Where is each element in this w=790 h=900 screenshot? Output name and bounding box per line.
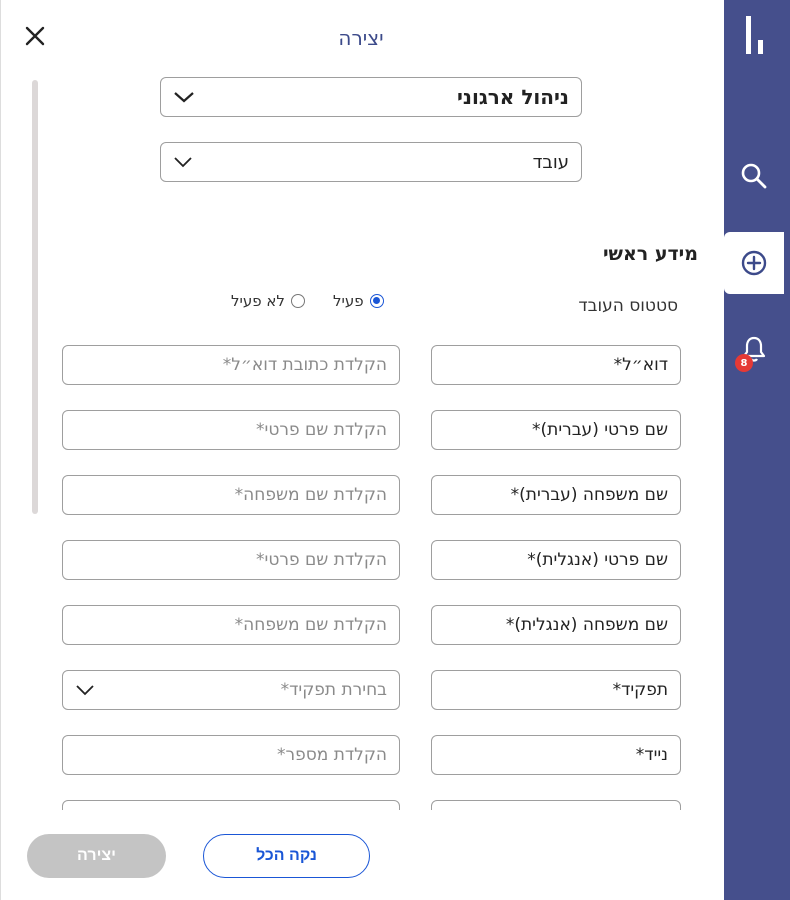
mobile-label-field: נייד* [431, 735, 681, 775]
status-active-radio[interactable]: פעיל [333, 292, 384, 310]
scrollbar[interactable] [32, 80, 38, 514]
status-inactive-radio[interactable]: לא פעיל [231, 292, 305, 310]
section-title: מידע ראשי [602, 243, 698, 265]
radio-unchecked-icon [290, 294, 305, 308]
first-name-he-input[interactable]: הקלדת שם פרטי* [62, 410, 400, 450]
create-button[interactable]: יצירה [27, 834, 166, 878]
field-placeholder: הקלדת שם פרטי* [256, 550, 387, 570]
status-active-label: פעיל [332, 292, 364, 310]
field-placeholder: הקלדת שם משפחה* [234, 615, 387, 635]
entity-select[interactable]: עובד [160, 142, 582, 182]
chevron-down-icon [76, 685, 94, 696]
page-title: יצירה [338, 26, 384, 50]
field-placeholder: הקלדת מספר* [277, 745, 387, 765]
module-select[interactable]: ניהול ארגוני [160, 77, 582, 117]
field-placeholder: הקלדת שם פרטי* [256, 420, 387, 440]
role-label-field: תפקיד* [431, 670, 681, 710]
field-label: שם פרטי (אנגלית)* [527, 550, 668, 570]
first-name-he-label-field: שם פרטי (עברית)* [431, 410, 681, 450]
first-name-en-label-field: שם פרטי (אנגלית)* [431, 540, 681, 580]
last-name-en-label-field: שם משפחה (אנגלית)* [431, 605, 681, 645]
chevron-down-icon [174, 92, 194, 103]
mobile-input[interactable]: הקלדת מספר* [62, 735, 400, 775]
status-label: סטטוס העובד [578, 296, 678, 316]
radio-checked-icon [369, 294, 384, 308]
chevron-down-icon [174, 157, 192, 168]
email-input[interactable]: הקלדת כתובת דוא״ל* [62, 345, 400, 385]
last-name-en-input[interactable]: הקלדת שם משפחה* [62, 605, 400, 645]
status-radio-group: פעיל לא פעיל [231, 292, 384, 310]
field-label: תפקיד* [612, 680, 668, 700]
close-icon[interactable] [23, 24, 47, 48]
nav-search-button[interactable] [724, 145, 784, 207]
role-select[interactable]: בחירת תפקיד* [62, 670, 400, 710]
field-label: שם פרטי (עברית)* [532, 420, 668, 440]
field-label: נייד* [635, 745, 668, 765]
nav-notifications-button[interactable]: 8 [724, 318, 784, 380]
last-name-he-label-field: שם משפחה (עברית)* [431, 475, 681, 515]
side-navbar: 8 [724, 0, 790, 900]
clear-all-button[interactable]: נקה הכל [203, 834, 370, 878]
nav-create-button[interactable] [724, 232, 784, 294]
module-select-value: ניהול ארגוני [457, 85, 569, 109]
field-label: שם משפחה (עברית)* [510, 485, 668, 505]
email-label-field: דוא״ל* [431, 345, 681, 385]
create-panel: יצירה ניהול ארגוני עובד מידע ראשי סטטוס … [0, 0, 725, 900]
last-name-he-input[interactable]: הקלדת שם משפחה* [62, 475, 400, 515]
status-inactive-label: לא פעיל [231, 292, 285, 310]
field-placeholder: הקלדת כתובת דוא״ל* [222, 355, 387, 375]
add-circle-icon [741, 250, 767, 276]
field-label: שם משפחה (אנגלית)* [505, 615, 668, 635]
logo-icon[interactable] [744, 14, 768, 58]
search-icon [741, 163, 767, 189]
field-placeholder: בחירת תפקיד* [280, 680, 387, 700]
first-name-en-input[interactable]: הקלדת שם פרטי* [62, 540, 400, 580]
field-label: דוא״ל* [613, 355, 668, 375]
entity-select-value: עובד [532, 151, 569, 173]
notification-badge: 8 [735, 354, 753, 372]
footer: יצירה נקה הכל [1, 810, 725, 900]
field-placeholder: הקלדת שם משפחה* [234, 485, 387, 505]
